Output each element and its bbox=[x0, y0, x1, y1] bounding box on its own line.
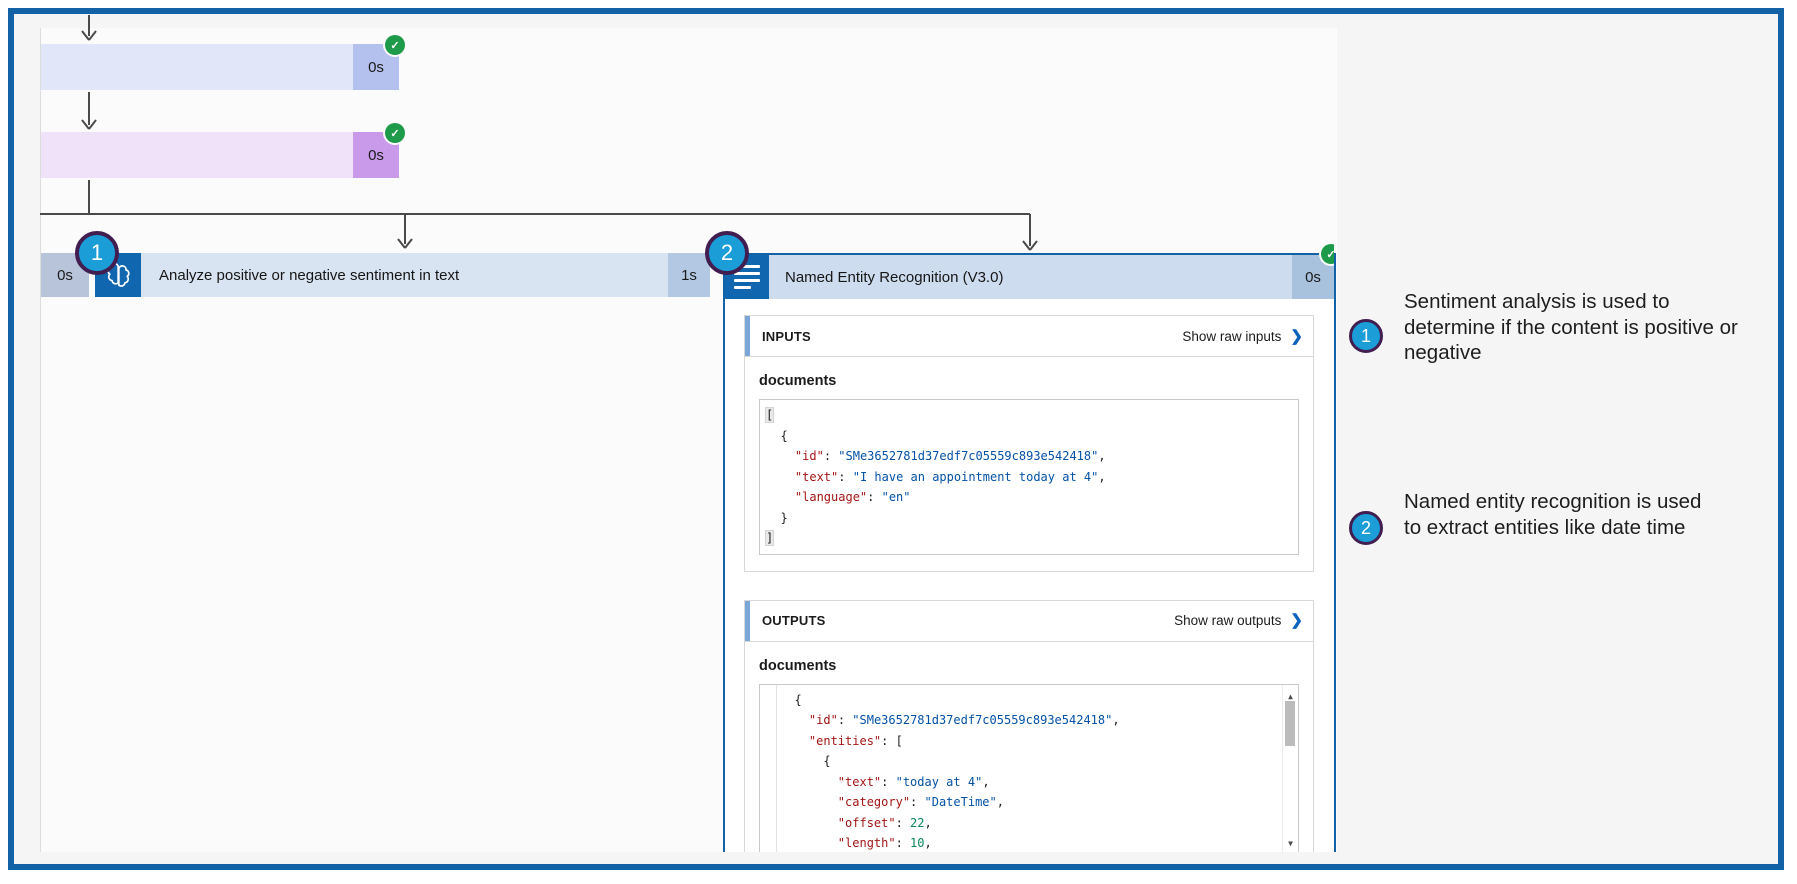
chevron-right-icon: ❯ bbox=[1290, 327, 1303, 345]
documents-field-label: documents bbox=[759, 373, 837, 389]
code-line: "offset": 22, bbox=[837, 815, 932, 830]
outputs-json-viewer: { "id": "SMe3652781d37edf7c05559c893e542… bbox=[759, 683, 1299, 853]
scroll-down-arrow-icon[interactable]: ▼ bbox=[1283, 834, 1298, 852]
code-line: "entities": [ bbox=[808, 733, 903, 748]
indent-guide-line bbox=[776, 684, 777, 852]
code-line: { bbox=[780, 692, 802, 707]
code-line: } bbox=[766, 510, 788, 525]
section-accent-bar bbox=[745, 316, 750, 356]
sentiment-action-card[interactable]: 0s Analyze positive or negative sentimen… bbox=[41, 253, 710, 297]
code-line: "length": 10, bbox=[837, 836, 932, 850]
outputs-section-body: documents { "id": "SMe3652781d37edf7c055… bbox=[745, 642, 1313, 853]
annotation-1-text: Sentiment analysis is used to determine … bbox=[1404, 290, 1738, 364]
documents-field-label: documents bbox=[759, 657, 837, 674]
outputs-section: OUTPUTS Show raw outputs ❯ documents { "… bbox=[744, 599, 1314, 853]
chevron-right-icon: ❯ bbox=[1290, 612, 1303, 629]
code-line: "category": "DateTime", bbox=[837, 795, 1004, 809]
flow-action-collapsed-1[interactable]: 0s bbox=[41, 44, 399, 90]
annotation-2-text: Named entity recognition is used to extr… bbox=[1404, 490, 1702, 539]
ner-check-clip: ✓ bbox=[1290, 240, 1334, 270]
inputs-section-header: INPUTS Show raw inputs ❯ bbox=[745, 316, 1313, 357]
ner-card-header[interactable]: Named Entity Recognition (V3.0) 0s bbox=[725, 255, 1334, 299]
code-line: { bbox=[766, 428, 788, 443]
code-line: { bbox=[780, 754, 831, 768]
scrollbar-thumb[interactable] bbox=[1285, 700, 1295, 746]
success-check-icon: ✓ bbox=[1321, 244, 1334, 264]
code-line: "language": "en" bbox=[794, 490, 911, 504]
inputs-title: INPUTS bbox=[762, 328, 811, 344]
elapsed-time-badge: 1s bbox=[668, 253, 710, 297]
code-line: [ bbox=[766, 408, 774, 422]
show-raw-outputs-link[interactable]: Show raw outputs ❯ bbox=[1174, 613, 1303, 628]
section-accent-bar bbox=[745, 600, 750, 641]
screenshot-root: 0s ✓ 0s ✓ 0s Analyze positive or negativ… bbox=[0, 0, 1797, 884]
callout-marker-1: 1 bbox=[75, 231, 119, 275]
ner-action-title[interactable]: Named Entity Recognition (V3.0) bbox=[769, 255, 1292, 299]
inputs-json-viewer: [ { "id": "SMe3652781d37edf7c05559c893e5… bbox=[759, 399, 1299, 555]
inputs-section: INPUTS Show raw inputs ❯ documents [ { "… bbox=[744, 315, 1314, 572]
code-line: ] bbox=[766, 531, 774, 545]
annotation-1-number: 1 bbox=[1349, 319, 1383, 353]
show-raw-inputs-link[interactable]: Show raw inputs ❯ bbox=[1182, 329, 1303, 344]
vertical-scrollbar[interactable]: ▲ ▼ bbox=[1282, 684, 1298, 852]
success-check-icon: ✓ bbox=[385, 123, 405, 143]
code-line: "id": "SMe3652781d37edf7c05559c893e54241… bbox=[808, 713, 1120, 727]
show-raw-inputs-label: Show raw inputs bbox=[1182, 328, 1282, 344]
action-body bbox=[41, 44, 353, 90]
annotation-2-number: 2 bbox=[1349, 511, 1383, 545]
sentiment-action-title[interactable]: Analyze positive or negative sentiment i… bbox=[141, 253, 668, 297]
success-check-icon: ✓ bbox=[385, 35, 405, 55]
code-line: "id": "SMe3652781d37edf7c05559c893e54241… bbox=[794, 449, 1106, 463]
outputs-title: OUTPUTS bbox=[762, 613, 826, 628]
code-line: "text": "I have an appointment today at … bbox=[794, 469, 1106, 484]
outputs-section-header: OUTPUTS Show raw outputs ❯ bbox=[745, 600, 1313, 642]
code-line: "text": "today at 4", bbox=[837, 774, 990, 789]
action-body bbox=[41, 132, 353, 178]
inputs-section-body: documents [ { "id": "SMe3652781d37edf7c0… bbox=[745, 357, 1313, 571]
callout-marker-2: 2 bbox=[705, 231, 749, 275]
outputs-json-content: { "id": "SMe3652781d37edf7c05559c893e542… bbox=[780, 690, 1278, 853]
flow-action-collapsed-2[interactable]: 0s bbox=[41, 132, 399, 178]
show-raw-outputs-label: Show raw outputs bbox=[1174, 613, 1282, 628]
ner-action-card[interactable]: Named Entity Recognition (V3.0) 0s INPUT… bbox=[723, 253, 1336, 852]
ner-card-body: INPUTS Show raw inputs ❯ documents [ { "… bbox=[725, 299, 1334, 852]
